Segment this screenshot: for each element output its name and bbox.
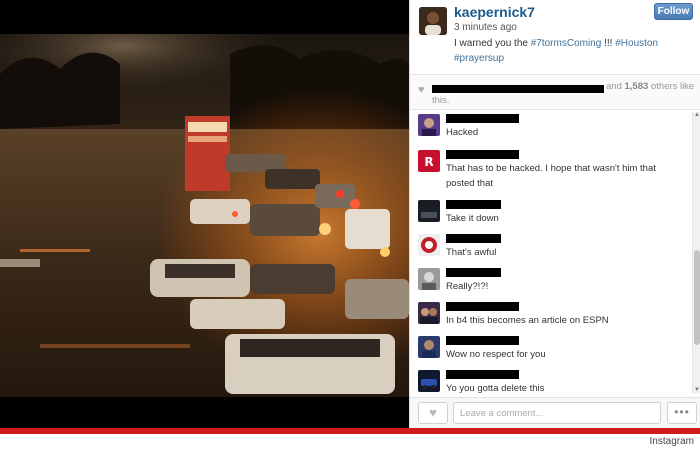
comment-item: Really?!?!	[410, 266, 693, 300]
gray-portrait-image	[418, 268, 440, 290]
heart-icon: ♥	[429, 405, 437, 420]
likes-summary: and 1,583 others like	[606, 81, 694, 92]
purple-portrait-image	[418, 114, 440, 136]
blue-portrait-image	[418, 336, 440, 358]
comment-text: Yo you gotta delete this	[446, 383, 545, 394]
caption-text: !!!	[601, 38, 616, 49]
flooded-street-photo[interactable]	[0, 34, 409, 397]
comment-text: Take it down	[446, 213, 499, 224]
commenter-avatar[interactable]	[418, 370, 440, 392]
comment-item: In b4 this becomes an article on ESPN	[410, 300, 693, 334]
like-button[interactable]: ♥	[418, 402, 448, 424]
post-header: kaepernick7 3 minutes ago I warned you t…	[410, 0, 700, 74]
likes-and: and	[606, 81, 622, 92]
scroll-thumb[interactable]	[694, 250, 700, 345]
comment-item: Wow no respect for you	[410, 334, 693, 368]
post-side-panel: kaepernick7 3 minutes ago I warned you t…	[409, 0, 700, 428]
rockets-logo-icon: R	[418, 150, 440, 172]
commenter-avatar[interactable]	[418, 268, 440, 290]
commenter-avatar[interactable]	[418, 114, 440, 136]
redacted-likers	[432, 85, 604, 93]
redacted-username	[446, 370, 519, 379]
comment-item: That's awful	[410, 232, 693, 266]
comment-item: Yo you gotta delete this	[410, 368, 693, 394]
commenter-avatar[interactable]	[418, 336, 440, 358]
couple-photo-image	[418, 302, 440, 324]
source-credit: Instagram	[649, 436, 694, 447]
post-timestamp: 3 minutes ago	[454, 22, 517, 33]
svg-text:R: R	[424, 155, 433, 169]
comment-item: Hacked	[410, 112, 693, 146]
likes-count[interactable]: 1,583	[625, 81, 649, 92]
scroll-down-arrow-icon[interactable]: ▼	[693, 387, 700, 393]
flood-scene-image	[0, 34, 409, 397]
comment-text: Really?!?!	[446, 281, 489, 292]
comments-list: Hacked R That has to be hacked. I hope t…	[410, 112, 693, 394]
comment-text: That has to be hacked. I hope that wasn'…	[446, 163, 656, 189]
commenter-avatar[interactable]: R	[418, 150, 440, 172]
commenter-avatar[interactable]	[418, 200, 440, 222]
user-avatar[interactable]	[419, 7, 447, 35]
hashtag-link[interactable]: #Houston	[615, 38, 658, 49]
comment-bar: ♥ •••	[410, 397, 700, 428]
post-caption: I warned you the #7tormsComing !!! #Hous…	[454, 36, 686, 66]
likes-others: others like	[650, 81, 695, 92]
hashtag-link[interactable]: #prayersup	[454, 53, 504, 64]
post-username[interactable]: kaepernick7	[454, 4, 535, 20]
comment-input[interactable]	[453, 402, 661, 424]
redacted-username	[446, 336, 519, 345]
redacted-username	[446, 234, 501, 243]
likes-row: ♥ and 1,583 others like this.	[410, 74, 700, 110]
footer-accent-rule	[0, 428, 700, 434]
heart-icon: ♥	[418, 84, 425, 96]
redacted-username	[446, 200, 501, 209]
redacted-username	[446, 268, 501, 277]
dark-scene-image	[418, 200, 440, 222]
redacted-username	[446, 114, 519, 123]
comment-item: Take it down	[410, 198, 693, 232]
follow-button[interactable]: Follow	[654, 3, 693, 20]
more-options-button[interactable]: •••	[667, 402, 697, 424]
comments-scrollbar[interactable]: ▲ ▼	[692, 112, 700, 394]
red-white-logo-icon	[418, 234, 440, 256]
caption-text: I warned you the	[454, 38, 531, 49]
comment-text: Wow no respect for you	[446, 349, 546, 360]
comment-text: That's awful	[446, 247, 497, 258]
hashtag-link[interactable]: #7tormsComing	[531, 38, 602, 49]
commenter-avatar[interactable]	[418, 234, 440, 256]
likes-tail: this.	[432, 95, 450, 106]
redacted-username	[446, 150, 519, 159]
comment-text: In b4 this becomes an article on ESPN	[446, 315, 609, 326]
comment-item: R That has to be hacked. I hope that was…	[410, 148, 693, 189]
user-avatar-image	[419, 7, 447, 35]
redacted-username	[446, 302, 519, 311]
comment-text: Hacked	[446, 127, 479, 138]
blue-car-image	[418, 370, 440, 392]
scroll-up-arrow-icon[interactable]: ▲	[693, 112, 700, 118]
commenter-avatar[interactable]	[418, 302, 440, 324]
photo-pane	[0, 0, 409, 428]
